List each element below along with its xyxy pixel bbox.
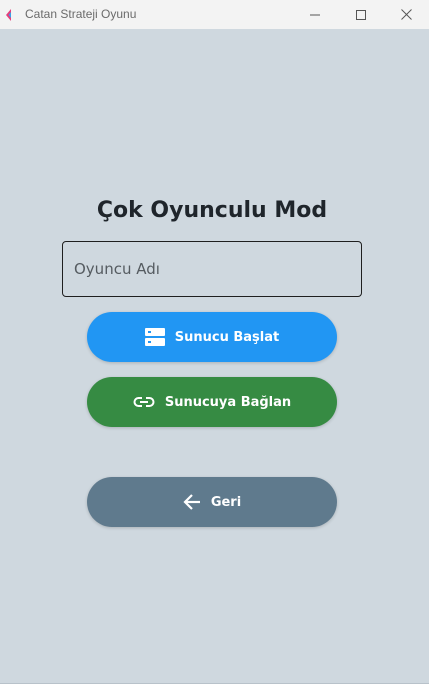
player-name-input[interactable]: [62, 241, 362, 297]
maximize-icon: [356, 9, 366, 20]
connect-server-label: Sunucuya Bağlan: [164, 394, 292, 410]
window-title: Catan Strateji Oyunu: [25, 7, 137, 21]
back-label: Geri: [210, 494, 242, 510]
app-logo-icon: [4, 7, 18, 21]
title-bar[interactable]: Catan Strateji Oyunu: [0, 0, 429, 29]
back-button[interactable]: Geri: [87, 477, 337, 527]
close-icon: [400, 9, 412, 20]
app-window: Catan Strateji Oyunu Çok Oyunculu Mod Oy…: [0, 0, 429, 684]
minimize-icon: [310, 10, 320, 20]
page-title: Çok Oyunculu Mod: [96, 198, 328, 223]
start-server-label: Sunucu Başlat: [174, 329, 280, 345]
connect-server-button[interactable]: Sunucuya Bağlan: [87, 377, 337, 427]
start-server-button[interactable]: Sunucu Başlat: [87, 312, 337, 362]
minimize-button[interactable]: [292, 0, 338, 29]
close-button[interactable]: [383, 0, 429, 29]
maximize-button[interactable]: [338, 0, 384, 29]
arrow-left-icon: [183, 494, 201, 510]
link-icon: [133, 396, 155, 408]
server-icon: [144, 328, 165, 346]
